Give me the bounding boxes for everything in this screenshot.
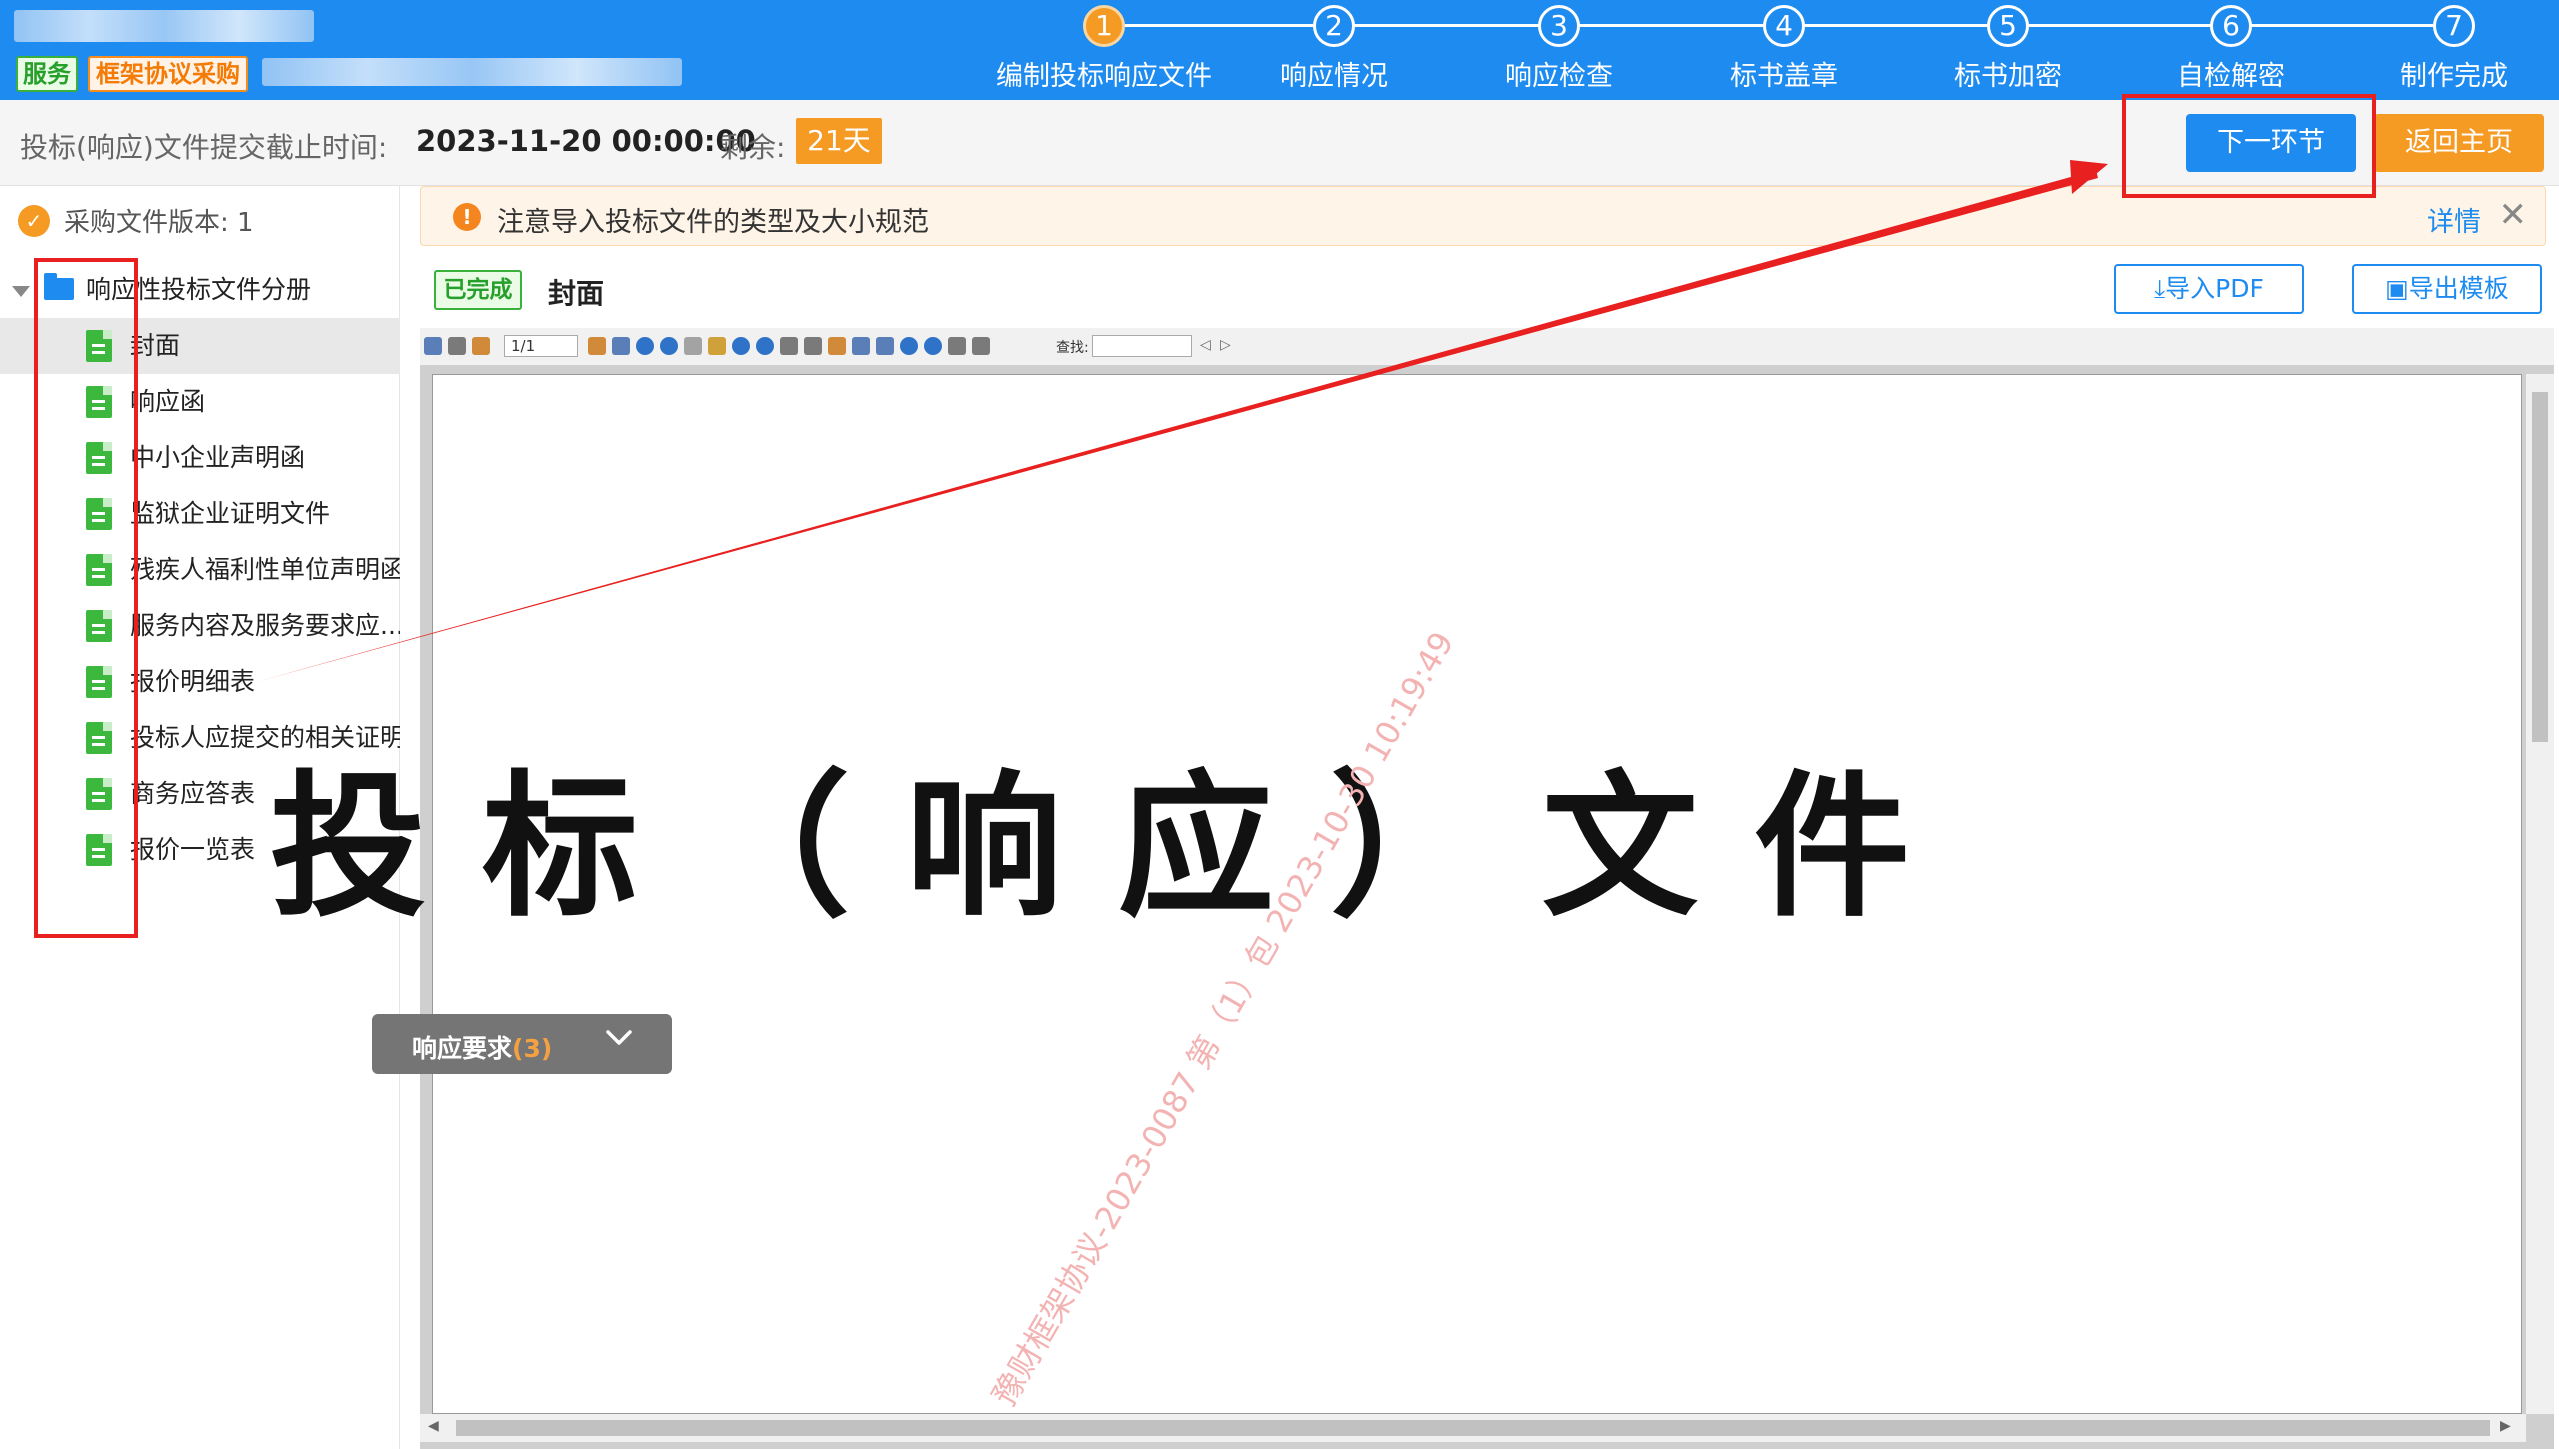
annotation-arrow — [256, 160, 2108, 682]
app-root: 服务 框架协议采购 1 编制投标响应文件 2 响应情况 3 响应检查 4 标书盖章 5 标书加密 6… — [0, 0, 2559, 1449]
